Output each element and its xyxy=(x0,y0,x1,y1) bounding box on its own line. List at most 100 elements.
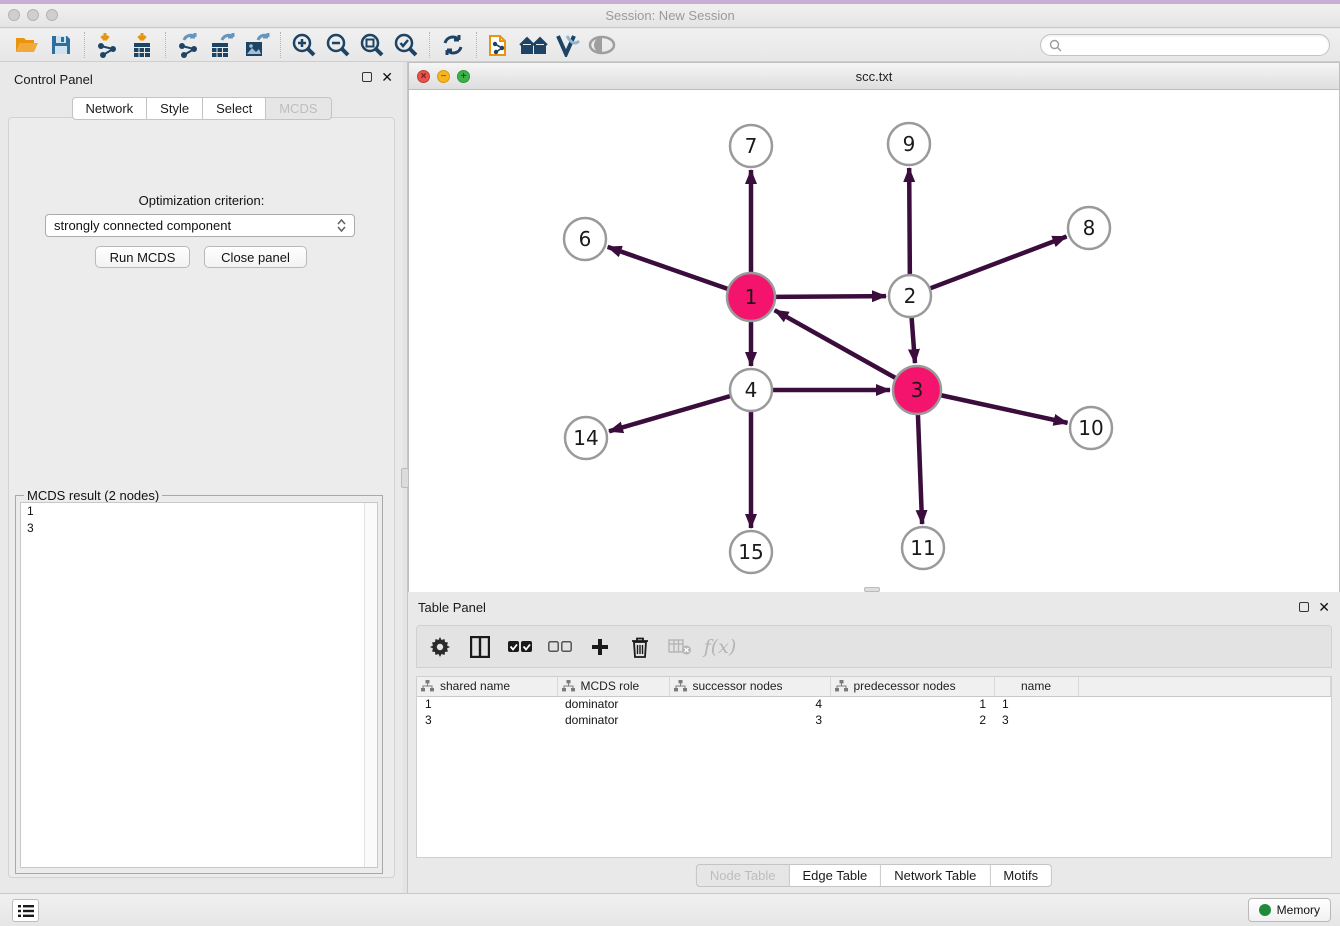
export-network-icon[interactable] xyxy=(172,30,206,60)
node-table[interactable]: shared nameMCDS rolesuccessor nodesprede… xyxy=(416,676,1332,858)
table-cell[interactable]: 1 xyxy=(994,696,1078,712)
table-cell[interactable]: 3 xyxy=(994,712,1078,728)
mcds-result-list[interactable]: 13 xyxy=(20,502,378,868)
result-scrollbar[interactable] xyxy=(364,503,377,867)
run-mcds-button[interactable]: Run MCDS xyxy=(95,246,190,268)
network-canvas[interactable]: 1 2 3 4 6 7 8 9 10 11 14 15 xyxy=(409,90,1339,592)
table-cell[interactable]: 4 xyxy=(669,696,830,712)
column-header-predecessor-nodes[interactable]: predecessor nodes xyxy=(830,677,994,696)
result-item[interactable]: 3 xyxy=(21,520,377,537)
column-header-empty xyxy=(1078,677,1331,696)
node-11[interactable]: 11 xyxy=(902,527,944,569)
column-header-name[interactable]: name xyxy=(994,677,1078,696)
tab-motifs[interactable]: Motifs xyxy=(990,864,1052,887)
result-item[interactable]: 1 xyxy=(21,503,377,520)
node-7[interactable]: 7 xyxy=(730,125,772,167)
edge-1-2[interactable] xyxy=(775,296,886,297)
tab-network-table[interactable]: Network Table xyxy=(881,864,990,887)
edge-2-3[interactable] xyxy=(912,317,915,363)
table-toolbar: f(x) xyxy=(416,625,1332,668)
node-10[interactable]: 10 xyxy=(1070,407,1112,449)
table-cell[interactable]: 1 xyxy=(830,696,994,712)
table-cell[interactable]: 1 xyxy=(417,696,557,712)
save-session-icon[interactable] xyxy=(44,30,78,60)
tab-edge-table[interactable]: Edge Table xyxy=(789,864,881,887)
node-9[interactable]: 9 xyxy=(888,123,930,165)
function-builder-icon: f(x) xyxy=(707,632,733,662)
node-8[interactable]: 8 xyxy=(1068,207,1110,249)
column-header-MCDS-role[interactable]: MCDS role xyxy=(557,677,669,696)
new-network-from-selection-icon[interactable] xyxy=(483,30,517,60)
svg-text:9: 9 xyxy=(903,132,916,156)
open-file-icon[interactable] xyxy=(10,30,44,60)
svg-text:4: 4 xyxy=(745,378,758,402)
column-header-shared-name[interactable]: shared name xyxy=(417,677,557,696)
tab-network[interactable]: Network xyxy=(71,97,147,120)
task-history-button[interactable] xyxy=(12,899,39,922)
edge-3-10[interactable] xyxy=(940,395,1067,423)
control-panel: Control Panel ✕ NetworkStyleSelectMCDS O… xyxy=(0,62,403,893)
edge-2-9[interactable] xyxy=(909,168,910,275)
float-panel-icon[interactable] xyxy=(362,72,372,82)
close-panel-icon[interactable]: ✕ xyxy=(381,72,393,82)
node-1[interactable]: 1 xyxy=(727,273,775,321)
table-cell[interactable]: 3 xyxy=(669,712,830,728)
table-cell[interactable]: dominator xyxy=(557,696,669,712)
zoom-out-icon[interactable] xyxy=(321,30,355,60)
search-input[interactable] xyxy=(1067,38,1321,52)
close-panel-button[interactable]: Close panel xyxy=(204,246,307,268)
import-network-icon[interactable] xyxy=(91,30,125,60)
svg-text:2: 2 xyxy=(904,284,917,308)
edge-2-8[interactable] xyxy=(930,237,1067,289)
add-column-icon[interactable] xyxy=(587,632,613,662)
memory-button[interactable]: Memory xyxy=(1248,898,1331,922)
import-table-icon[interactable] xyxy=(125,30,159,60)
node-14[interactable]: 14 xyxy=(565,417,607,459)
node-3[interactable]: 3 xyxy=(893,366,941,414)
first-neighbors-icon[interactable] xyxy=(517,30,551,60)
node-2[interactable]: 2 xyxy=(889,275,931,317)
node-6[interactable]: 6 xyxy=(564,218,606,260)
close-table-panel-icon[interactable]: ✕ xyxy=(1318,602,1330,612)
tab-select[interactable]: Select xyxy=(203,97,266,120)
export-table-icon[interactable] xyxy=(206,30,240,60)
criterion-select[interactable]: strongly connected component xyxy=(45,214,355,237)
network-window-titlebar[interactable]: × − + scc.txt xyxy=(409,63,1339,90)
zoom-selected-icon[interactable] xyxy=(389,30,423,60)
window-title: Session: New Session xyxy=(0,8,1340,23)
refresh-view-icon[interactable] xyxy=(436,30,470,60)
edge-3-11[interactable] xyxy=(918,414,922,524)
table-row[interactable]: 1dominator411 xyxy=(417,696,1331,712)
svg-text:11: 11 xyxy=(910,536,935,560)
show-columns-icon[interactable] xyxy=(467,632,493,662)
toolbar-separator xyxy=(429,32,430,58)
zoom-in-icon[interactable] xyxy=(287,30,321,60)
tab-style[interactable]: Style xyxy=(147,97,203,120)
network-view-window: × − + scc.txt 1 2 3 4 6 7 8 9 10 11 14 15 xyxy=(408,62,1340,592)
apply-style-icon[interactable] xyxy=(551,30,585,60)
select-stepper-icon xyxy=(337,219,346,232)
tab-mcds[interactable]: MCDS xyxy=(266,97,331,120)
list-icon xyxy=(18,904,34,918)
deselect-all-icon[interactable] xyxy=(547,632,573,662)
edge-4-14[interactable] xyxy=(609,396,731,431)
zoom-fit-icon[interactable] xyxy=(355,30,389,60)
delete-column-icon[interactable] xyxy=(627,632,653,662)
edge-1-6[interactable] xyxy=(608,247,729,289)
table-cell[interactable]: dominator xyxy=(557,712,669,728)
table-cell[interactable]: 3 xyxy=(417,712,557,728)
toolbar-separator xyxy=(165,32,166,58)
node-4[interactable]: 4 xyxy=(730,369,772,411)
select-all-icon[interactable] xyxy=(507,632,533,662)
node-15[interactable]: 15 xyxy=(730,531,772,573)
column-header-successor-nodes[interactable]: successor nodes xyxy=(669,677,830,696)
float-table-panel-icon[interactable] xyxy=(1299,602,1309,612)
show-hide-icon[interactable] xyxy=(585,30,619,60)
table-row[interactable]: 3dominator323 xyxy=(417,712,1331,728)
table-cell[interactable]: 2 xyxy=(830,712,994,728)
edge-3-1[interactable] xyxy=(775,310,897,378)
tab-node-table[interactable]: Node Table xyxy=(696,864,790,887)
export-image-icon[interactable] xyxy=(240,30,274,60)
table-options-icon[interactable] xyxy=(427,632,453,662)
search-box[interactable] xyxy=(1040,34,1330,56)
